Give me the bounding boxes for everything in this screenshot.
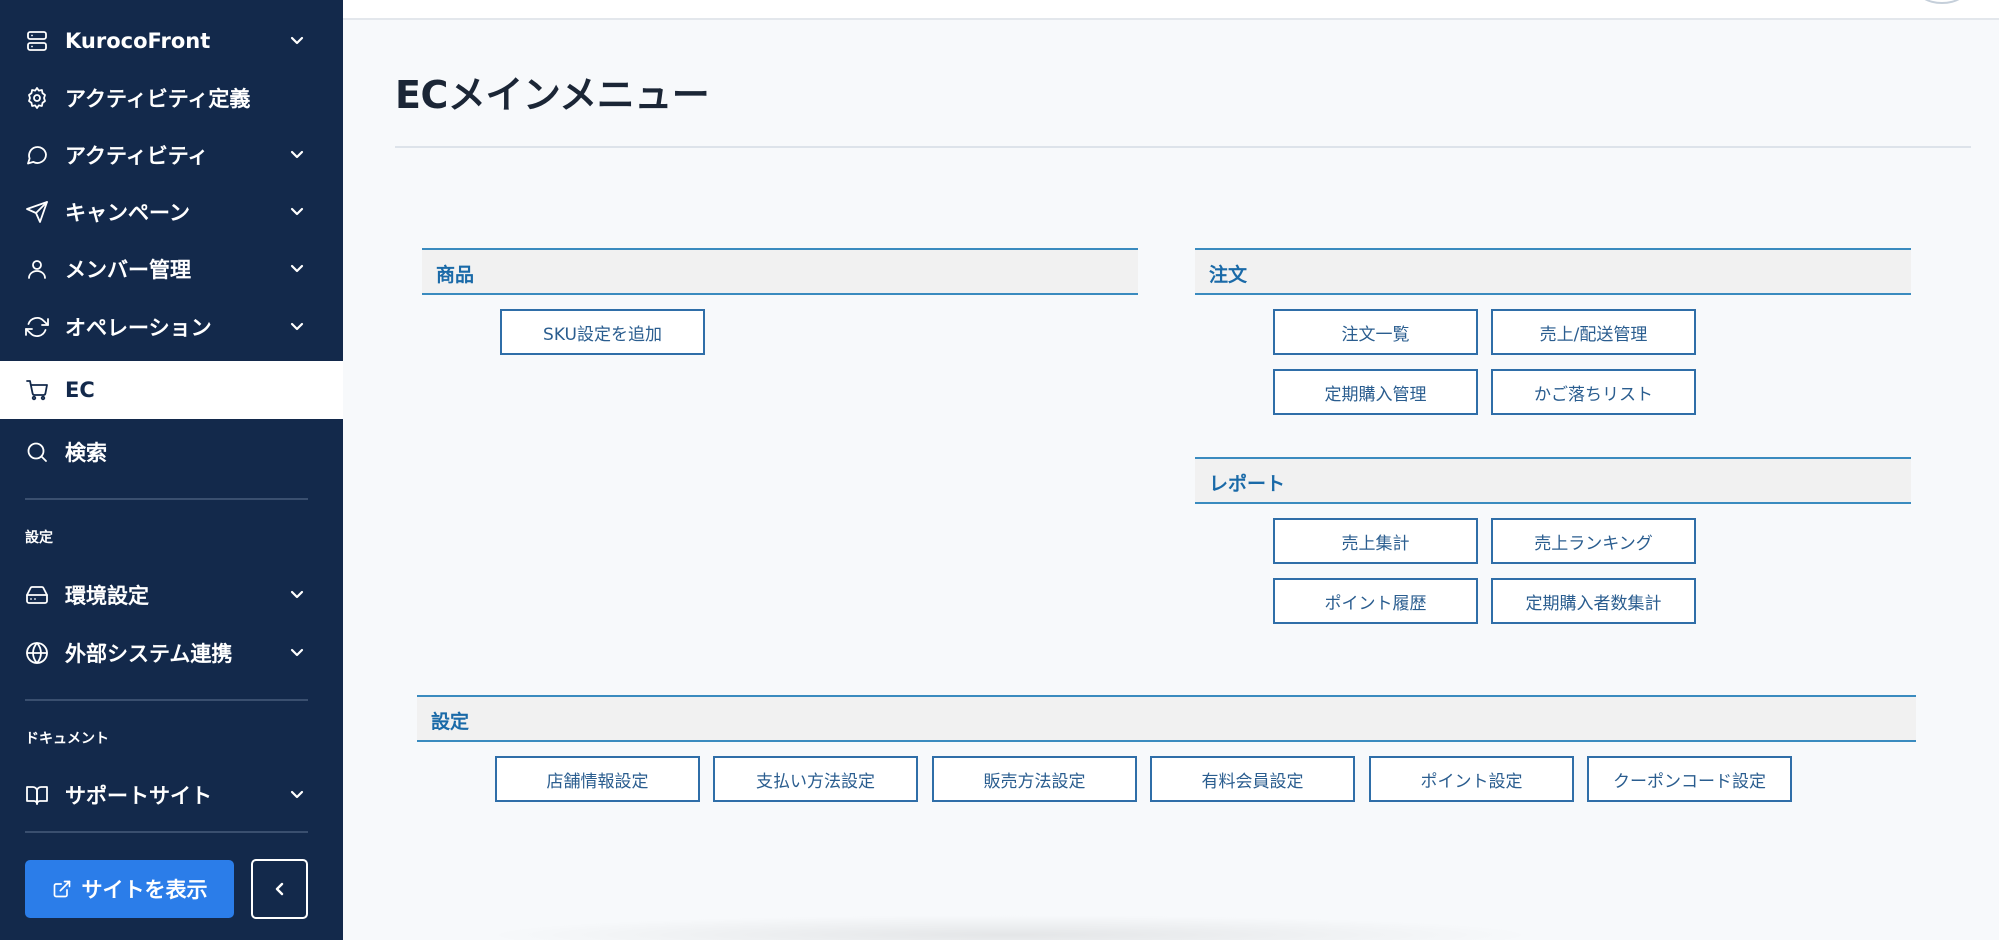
sidebar-item-ec[interactable]: EC [0,361,343,419]
sidebar-item-kurocofront[interactable]: KurocoFront [0,13,343,69]
sidebar-item-label: 環境設定 [65,584,149,608]
sidebar-divider [25,498,308,500]
sales-ranking-button[interactable]: 売上ランキング [1491,518,1696,564]
subscriber-count-button[interactable]: 定期購入者数集計 [1491,578,1696,624]
server-icon [24,28,50,54]
chevron-down-icon [287,585,307,605]
gear-icon [24,85,50,111]
add-sku-settings-button[interactable]: SKU設定を追加 [500,309,705,355]
sidebar-item-label: 外部システム連携 [65,642,233,666]
title-divider [395,146,1971,148]
sidebar-divider [25,699,308,701]
sidebar-item-search[interactable]: 検索 [0,424,343,480]
sidebar-item-label: アクティビティ定義 [65,87,251,111]
sidebar-item-label: EC [65,378,95,402]
sidebar-item-environment-settings[interactable]: 環境設定 [0,567,343,623]
sidebar-item-label: サポートサイト [65,784,212,808]
section-heading: 商品 [436,264,475,286]
paid-member-settings-button[interactable]: 有料会員設定 [1150,756,1355,802]
search-icon [24,439,50,465]
sidebar-item-activity[interactable]: アクティビティ [0,127,343,183]
sidebar-item-operation[interactable]: オペレーション [0,299,343,355]
chevron-down-icon [287,145,307,165]
sidebar-divider [25,831,308,833]
chat-bubble-icon [24,142,50,168]
section-heading: レポート [1209,473,1286,495]
sidebar-item-label: KurocoFront [65,29,211,53]
order-list-button[interactable]: 注文一覧 [1273,309,1478,355]
chevron-down-icon [287,259,307,279]
collapse-sidebar-button[interactable] [251,859,308,919]
section-heading: 設定 [431,711,470,733]
section-header-settings: 設定 [417,695,1916,742]
payment-method-settings-button[interactable]: 支払い方法設定 [713,756,918,802]
sidebar-section-settings: 設定 [25,530,53,546]
sidebar-item-label: メンバー管理 [65,258,191,282]
chevron-left-icon [271,880,289,898]
chevron-down-icon [287,202,307,222]
point-settings-button[interactable]: ポイント設定 [1369,756,1574,802]
coupon-code-settings-button[interactable]: クーポンコード設定 [1587,756,1792,802]
sidebar-item-activity-definition[interactable]: アクティビティ定義 [0,70,343,126]
refresh-icon [24,314,50,340]
section-header-order: 注文 [1195,248,1911,295]
sidebar-section-docs: ドキュメント [25,731,109,747]
sidebar-item-member-management[interactable]: メンバー管理 [0,241,343,297]
view-site-label: サイトを表示 [81,878,208,902]
book-icon [24,782,50,808]
sales-shipping-button[interactable]: 売上/配送管理 [1491,309,1696,355]
section-heading: 注文 [1209,264,1248,286]
chevron-down-icon [287,317,307,337]
sidebar-item-campaign[interactable]: キャンペーン [0,184,343,240]
sales-method-settings-button[interactable]: 販売方法設定 [932,756,1137,802]
globe-icon [24,640,50,666]
chevron-down-icon [287,31,307,51]
sidebar-item-label: キャンペーン [65,201,190,225]
chevron-down-icon [287,643,307,663]
user-icon [24,256,50,282]
section-header-product: 商品 [422,248,1138,295]
view-site-button[interactable]: サイトを表示 [25,860,234,918]
cart-icon [24,377,50,403]
sidebar: KurocoFront アクティビティ定義 アクティビティ キャンペーン メンバ… [0,0,343,940]
sidebar-item-support-site[interactable]: サポートサイト [0,767,343,823]
top-bar [343,0,1999,20]
point-history-button[interactable]: ポイント履歴 [1273,578,1478,624]
sidebar-item-label: 検索 [65,441,107,465]
subscription-management-button[interactable]: 定期購入管理 [1273,369,1478,415]
external-link-icon [52,879,72,899]
sidebar-item-external-system[interactable]: 外部システム連携 [0,625,343,681]
page-title: ECメインメニュー [395,73,710,117]
hard-drive-icon [24,582,50,608]
chevron-down-icon [287,785,307,805]
sidebar-item-label: オペレーション [65,316,212,340]
bottom-shadow [480,915,1540,940]
store-info-settings-button[interactable]: 店舗情報設定 [495,756,700,802]
section-header-report: レポート [1195,457,1911,504]
abandoned-cart-button[interactable]: かご落ちリスト [1491,369,1696,415]
sales-summary-button[interactable]: 売上集計 [1273,518,1478,564]
send-icon [24,199,50,225]
sidebar-item-label: アクティビティ [65,144,209,168]
